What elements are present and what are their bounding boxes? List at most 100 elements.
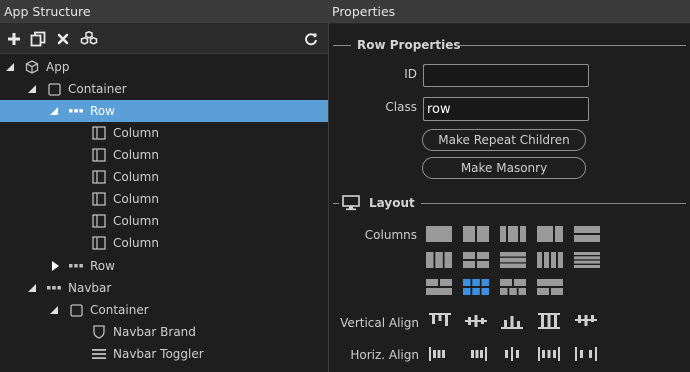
- layout-preset-2x2[interactable]: [463, 252, 489, 268]
- expanded-arrow-icon[interactable]: [5, 62, 15, 72]
- cube-icon: [25, 60, 39, 74]
- columns-label: Columns: [364, 228, 417, 242]
- collapsed-arrow-icon[interactable]: [50, 261, 60, 271]
- delete-button[interactable]: [55, 31, 71, 47]
- expanded-arrow-icon[interactable]: [27, 84, 37, 94]
- tree-item-label: Column: [113, 192, 159, 206]
- horiz-align-label: Horiz. Align: [350, 348, 419, 362]
- expanded-arrow-icon[interactable]: [49, 305, 59, 315]
- tree-item-label: Row: [90, 259, 115, 273]
- layout-preset-3-col[interactable]: [426, 252, 452, 268]
- hamburger-icon: [92, 347, 106, 361]
- column-icon: [92, 148, 106, 162]
- tree-item-label: Column: [113, 148, 159, 162]
- square-icon: [47, 82, 61, 96]
- tree-item-column[interactable]: Column: [0, 144, 328, 166]
- refresh-icon: [305, 33, 317, 46]
- shield-icon: [92, 325, 106, 339]
- tree-item-row[interactable]: Row: [0, 255, 328, 277]
- square-icon: [69, 303, 83, 317]
- tree-item-navbar[interactable]: Navbar: [0, 277, 328, 299]
- cubes-icon: [80, 31, 98, 45]
- tree-item-label: Column: [113, 170, 159, 184]
- class-input[interactable]: [423, 97, 589, 121]
- tree-item-container[interactable]: Container: [0, 299, 328, 321]
- tree-item-container[interactable]: Container: [0, 78, 328, 100]
- tree-item-label: Navbar Brand: [113, 325, 196, 339]
- components-button[interactable]: [80, 31, 98, 47]
- id-label: ID: [404, 67, 417, 81]
- copy-icon: [30, 31, 46, 47]
- justify-end-icon[interactable]: [464, 345, 488, 363]
- layout-preset-mixed-alt[interactable]: [537, 279, 563, 295]
- layout-heading: Layout: [369, 196, 415, 210]
- layout-preset-mixed[interactable]: [500, 279, 526, 295]
- layout-preset-2x2-alt[interactable]: [426, 279, 452, 295]
- column-icon: [92, 214, 106, 228]
- layout-preset-wide-narrow[interactable]: [537, 226, 563, 242]
- tree-item-label: Container: [68, 82, 127, 96]
- column-icon: [92, 126, 106, 140]
- tree-item-column[interactable]: Column: [0, 188, 328, 210]
- make-repeat-children-button[interactable]: Make Repeat Children: [422, 129, 586, 151]
- expanded-arrow-icon[interactable]: [49, 106, 59, 116]
- justify-around-icon[interactable]: [574, 345, 598, 363]
- justify-start-icon[interactable]: [428, 345, 452, 363]
- tree-item-label: Container: [90, 303, 149, 317]
- align-bottom-icon[interactable]: [500, 312, 524, 330]
- tree-item-column[interactable]: Column: [0, 232, 328, 254]
- section-divider: [333, 203, 339, 204]
- structure-toolbar: [0, 24, 328, 54]
- x-icon: [57, 33, 69, 45]
- layout-preset-4-col[interactable]: [537, 252, 563, 268]
- section-divider: [333, 45, 351, 46]
- section-divider: [457, 45, 686, 46]
- properties-title: Properties: [329, 0, 690, 24]
- tree-item-label: Column: [113, 214, 159, 228]
- app-structure-title: App Structure: [0, 0, 328, 24]
- tree-item-label: Row: [90, 104, 115, 118]
- column-icon: [92, 192, 106, 206]
- tree-item-column[interactable]: Column: [0, 210, 328, 232]
- tree-item-label: Navbar: [68, 281, 112, 295]
- layout-preset-2-col[interactable]: [463, 226, 489, 242]
- app-structure-panel: App Structure App Container Row Column C…: [0, 0, 328, 372]
- expanded-arrow-icon[interactable]: [27, 283, 37, 293]
- align-baseline-icon[interactable]: [574, 312, 598, 330]
- layout-preset-1-2-1[interactable]: [500, 226, 526, 242]
- monitor-icon: [342, 195, 360, 214]
- dots-icon: [69, 259, 83, 273]
- refresh-button[interactable]: [303, 31, 319, 47]
- plus-icon: [8, 33, 20, 45]
- justify-center-icon[interactable]: [500, 345, 524, 363]
- add-button[interactable]: [6, 31, 22, 47]
- layout-preset-1-col[interactable]: [426, 226, 452, 242]
- tree-item-label: Navbar Toggler: [113, 347, 204, 361]
- properties-panel: Properties Row Properties ID Class Make …: [329, 0, 690, 372]
- tree-item-label: Column: [113, 236, 159, 250]
- layout-preset-2-rows[interactable]: [574, 226, 600, 242]
- tree-item-navbar-brand[interactable]: Navbar Brand: [0, 321, 328, 343]
- tree-item-column[interactable]: Column: [0, 122, 328, 144]
- make-masonry-button[interactable]: Make Masonry: [422, 157, 586, 179]
- align-middle-icon[interactable]: [464, 312, 488, 330]
- dots-icon: [69, 104, 83, 118]
- column-icon: [92, 236, 106, 250]
- tree-item-column[interactable]: Column: [0, 166, 328, 188]
- align-top-icon[interactable]: [428, 312, 452, 330]
- id-input[interactable]: [423, 64, 589, 87]
- tree-item-row-selected[interactable]: Row: [0, 100, 328, 122]
- layout-preset-4-rows[interactable]: [574, 252, 600, 268]
- tree-item-navbar-toggler[interactable]: Navbar Toggler: [0, 343, 328, 365]
- row-properties-heading: Row Properties: [357, 38, 461, 52]
- layout-preset-3-rows[interactable]: [500, 252, 526, 268]
- section-divider: [421, 203, 686, 204]
- tree-item-label: App: [46, 60, 70, 74]
- align-stretch-icon[interactable]: [537, 312, 561, 330]
- class-label: Class: [385, 100, 417, 114]
- justify-between-icon[interactable]: [537, 345, 561, 363]
- tree-item-app[interactable]: App: [0, 56, 328, 78]
- column-icon: [92, 170, 106, 184]
- duplicate-button[interactable]: [30, 31, 46, 47]
- layout-preset-3x2-selected[interactable]: [463, 279, 489, 295]
